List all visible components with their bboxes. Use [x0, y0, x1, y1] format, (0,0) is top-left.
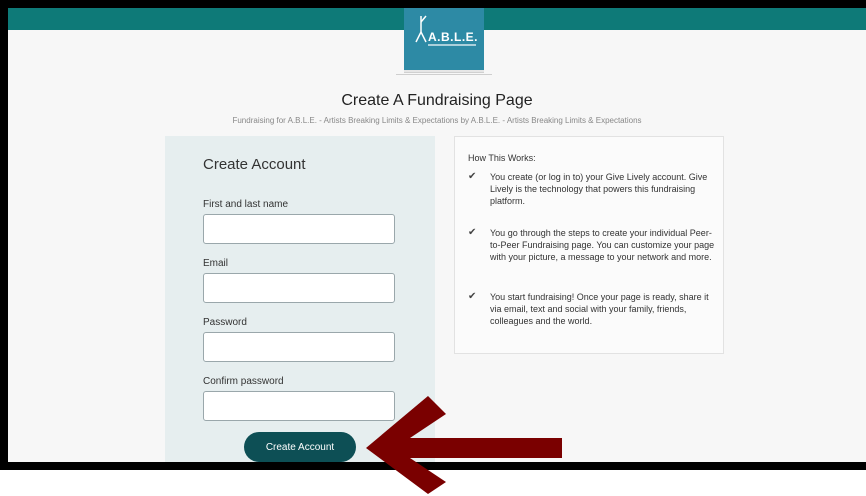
how-title: How This Works:	[468, 153, 536, 163]
arrow-left-icon	[366, 396, 562, 494]
logo-divider	[396, 74, 492, 75]
check-icon: ✔	[468, 291, 477, 302]
create-account-button[interactable]: Create Account	[244, 432, 356, 462]
logo-text: A.B.L.E.	[428, 30, 479, 44]
able-logo[interactable]: A.B.L.E.	[404, 8, 484, 72]
form-heading: Create Account	[203, 156, 306, 173]
email-field[interactable]	[203, 273, 395, 303]
confirm-password-label: Confirm password	[203, 376, 284, 387]
page-title: Create A Fundraising Page	[341, 92, 533, 109]
check-icon: ✔	[468, 227, 477, 238]
page-subtitle: Fundraising for A.B.L.E. - Artists Break…	[232, 116, 642, 125]
check-icon: ✔	[468, 171, 477, 182]
how-this-works-box: How This Works: ✔ You create (or log in …	[454, 136, 724, 354]
list-item-text: You create (or log in to) your Give Live…	[490, 172, 708, 206]
figure-icon	[415, 15, 427, 43]
email-label: Email	[203, 258, 229, 269]
name-label: First and last name	[203, 199, 289, 210]
password-label: Password	[203, 317, 247, 328]
browser-viewport: A.B.L.E. Create A Fundraising Page Fundr…	[8, 8, 866, 462]
list-item-text: You start fundraising! Once your page is…	[490, 292, 709, 326]
password-field[interactable]	[203, 332, 395, 362]
logo-tagline	[428, 44, 476, 46]
list-item-text: You go through the steps to create your …	[490, 228, 715, 262]
name-field[interactable]	[203, 214, 395, 244]
